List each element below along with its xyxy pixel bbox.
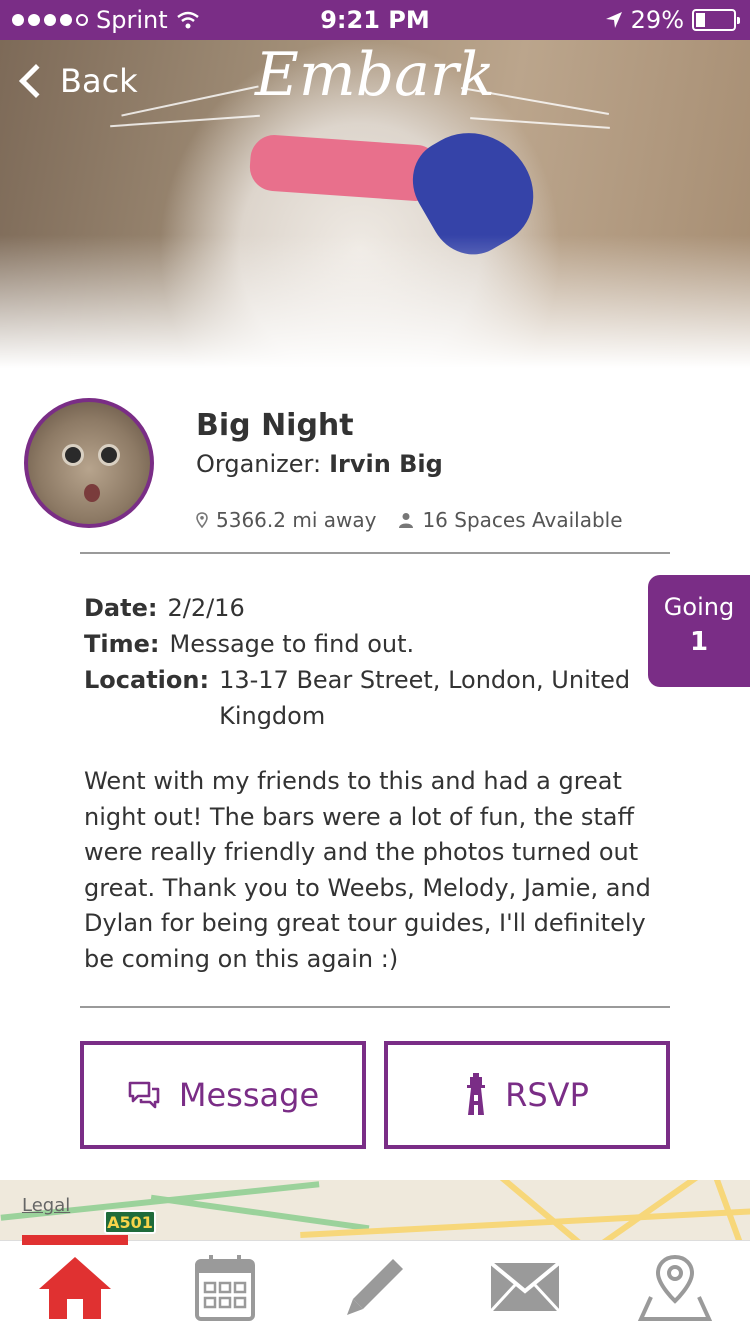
divider-top xyxy=(80,552,670,554)
calendar-icon xyxy=(195,1255,255,1321)
going-label: Going xyxy=(663,593,735,621)
rsvp-label: RSVP xyxy=(505,1076,589,1114)
location-row: Location: 13-17 Bear Street, London, Uni… xyxy=(84,662,639,734)
message-button[interactable]: Message xyxy=(80,1041,366,1149)
cover-collar-shape xyxy=(248,133,442,203)
organizer-name[interactable]: Irvin Big xyxy=(329,450,443,478)
event-description: Went with my friends to this and had a g… xyxy=(84,767,651,973)
battery-percent: 29% xyxy=(630,6,684,34)
event-details: Date: 2/2/16 Time: Message to find out. … xyxy=(84,590,639,734)
tab-bar xyxy=(0,1235,750,1334)
person-icon xyxy=(399,513,414,528)
location-value: 13-17 Bear Street, London, United Kingdo… xyxy=(219,666,631,730)
road-sign-badge: A501 xyxy=(104,1210,156,1234)
battery-icon xyxy=(692,9,740,31)
time-label: Time: xyxy=(84,630,160,658)
location-arrow-icon xyxy=(605,12,622,28)
map-pin-icon xyxy=(196,512,208,528)
date-row: Date: 2/2/16 xyxy=(84,590,639,626)
chat-bubbles-icon xyxy=(128,1081,160,1109)
rsvp-button[interactable]: RSVP xyxy=(384,1041,670,1149)
time-row: Time: Message to find out. xyxy=(84,626,639,662)
distance-text: 5366.2 mi away xyxy=(216,508,377,532)
message-label: Message xyxy=(178,1076,320,1114)
lighthouse-icon xyxy=(467,1073,486,1115)
tab-create[interactable] xyxy=(300,1241,450,1334)
status-right: 29% xyxy=(605,6,740,34)
event-cover-image: Back Embark xyxy=(0,40,750,375)
organizer-line: Organizer: Irvin Big xyxy=(196,450,443,478)
app-logo: Embark xyxy=(255,40,495,110)
date-label: Date: xyxy=(84,594,158,622)
status-bar: Sprint 9:21 PM 29% xyxy=(0,0,750,40)
map-pin-icon xyxy=(637,1254,713,1321)
location-label: Location: xyxy=(84,666,210,694)
organizer-label: Organizer: xyxy=(196,450,322,478)
pencil-icon xyxy=(347,1259,403,1315)
spaces-available: 16 Spaces Available xyxy=(422,508,623,532)
mail-icon xyxy=(489,1261,561,1313)
map-legal-link[interactable]: Legal xyxy=(22,1195,70,1216)
tab-messages[interactable] xyxy=(450,1241,600,1334)
tab-calendar[interactable] xyxy=(150,1241,300,1334)
tab-home[interactable] xyxy=(0,1235,150,1334)
divider-bottom xyxy=(80,1006,670,1008)
event-title: Big Night xyxy=(196,408,354,443)
organizer-avatar[interactable] xyxy=(24,398,154,528)
home-icon xyxy=(39,1257,111,1319)
going-badge[interactable]: Going 1 xyxy=(648,575,750,687)
date-value: 2/2/16 xyxy=(167,594,245,622)
tab-map[interactable] xyxy=(600,1241,750,1334)
time-value: Message to find out. xyxy=(169,630,415,658)
event-meta: 5366.2 mi away 16 Spaces Available xyxy=(196,508,623,532)
going-count: 1 xyxy=(689,627,709,657)
